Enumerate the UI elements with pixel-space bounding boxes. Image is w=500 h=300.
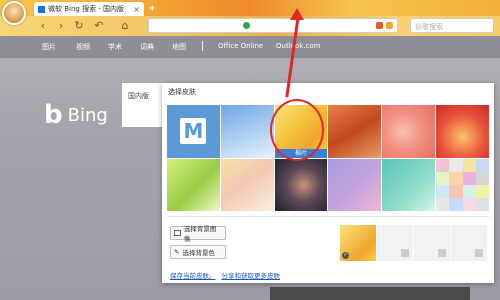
- skin-tile-teal[interactable]: [382, 158, 436, 211]
- check-icon: ✓: [342, 252, 349, 259]
- annotation-arrow-head: [290, 8, 304, 20]
- choose-color-button[interactable]: ✎ 选择背景色: [170, 245, 226, 259]
- bottom-toolbar: [270, 287, 470, 300]
- save-skin-link[interactable]: 保存当前皮肤。: [170, 270, 216, 280]
- address-bar-icons: [376, 22, 393, 29]
- color-swatch: [449, 158, 463, 172]
- avatar[interactable]: [2, 1, 26, 25]
- color-swatch: [436, 158, 450, 172]
- favorite-icon[interactable]: [386, 22, 393, 29]
- nav-link-images[interactable]: 图片: [42, 42, 56, 52]
- choose-image-label: 选择背景图像: [183, 225, 217, 243]
- address-bar[interactable]: [148, 18, 398, 33]
- navigation-bar: ‹ › ↻ ↶ ⌂ 谷歌搜索: [0, 16, 500, 36]
- forward-icon[interactable]: ›: [54, 19, 68, 33]
- panel-title: 选择皮肤: [168, 88, 196, 96]
- skin-tile-pastel[interactable]: [220, 158, 274, 211]
- color-swatch: [449, 197, 463, 211]
- nav-link-academic[interactable]: 学术: [108, 42, 122, 52]
- share-skin-link[interactable]: 分享和获取更多皮肤: [222, 270, 281, 280]
- color-swatch: [475, 197, 489, 211]
- tab-title: 微软 Bing 搜索 - 国内版: [48, 5, 125, 13]
- skin-tile-maxthon[interactable]: M: [167, 105, 220, 158]
- eyedropper-icon: ✎: [174, 248, 180, 256]
- color-swatch: [449, 184, 463, 198]
- bing-logo: b Bing: [44, 100, 108, 130]
- skin-preview-current[interactable]: ✓: [340, 225, 376, 261]
- bing-b-icon: b: [44, 100, 63, 130]
- home-icon[interactable]: ⌂: [118, 19, 132, 33]
- color-swatch: [475, 171, 489, 185]
- skin-tile-sky[interactable]: [220, 105, 274, 158]
- shield-icon: [243, 22, 250, 29]
- nav-separator: [202, 41, 203, 51]
- skin-tile-bokeh[interactable]: [274, 158, 328, 211]
- color-swatch: [436, 171, 450, 185]
- skin-preview-slot[interactable]: [451, 225, 487, 261]
- nav-link-office-online[interactable]: Office Online: [218, 42, 263, 50]
- panel-divider: [167, 216, 489, 217]
- nav-link-maps[interactable]: 地图: [172, 42, 186, 52]
- panel-links: 保存当前皮肤。 分享和获取更多皮肤: [170, 270, 280, 280]
- bing-logo-text: Bing: [67, 104, 108, 126]
- skin-preview-slot[interactable]: [377, 225, 413, 261]
- extension-icon[interactable]: [376, 22, 383, 29]
- tab-domestic[interactable]: 国内版: [128, 91, 149, 101]
- back-icon[interactable]: ‹: [36, 19, 50, 33]
- color-swatch: [462, 197, 476, 211]
- placeholder-square: [401, 249, 409, 257]
- choose-image-button[interactable]: 选择背景图像: [170, 225, 226, 243]
- color-swatch: [436, 197, 450, 211]
- color-swatch: [475, 158, 489, 172]
- color-swatch: [449, 171, 463, 185]
- skin-preview-slot[interactable]: [414, 225, 450, 261]
- skin-panel: 选择皮肤 M 枫叶 选择背景图像 ✎ 选择背景色 保存当前皮肤。 分享和获取更多…: [162, 83, 494, 283]
- placeholder-square: [475, 249, 483, 257]
- maxthon-logo-icon: M: [180, 118, 207, 145]
- skin-preview-list: ✓: [340, 225, 487, 261]
- nav-link-videos[interactable]: 视频: [76, 42, 90, 52]
- skin-tile-petals[interactable]: [382, 105, 436, 158]
- color-swatch: [462, 171, 476, 185]
- skin-tile-purple[interactable]: [328, 158, 382, 211]
- browser-title-bar: 微软 Bing 搜索 - 国内版 × +: [0, 0, 500, 16]
- color-swatch: [462, 158, 476, 172]
- new-tab-button[interactable]: +: [148, 3, 156, 14]
- undo-icon[interactable]: ↶: [92, 19, 106, 33]
- skin-tile-red-flower[interactable]: [436, 105, 489, 158]
- reload-icon[interactable]: ↻: [72, 19, 86, 33]
- color-swatch: [436, 184, 450, 198]
- bing-nav: 图片 视频 学术 词典 地图 Office Online Outlook.com: [0, 36, 500, 58]
- annotation-circle: [270, 99, 324, 161]
- placeholder-square: [438, 249, 446, 257]
- color-swatch: [475, 184, 489, 198]
- browser-tab[interactable]: 微软 Bing 搜索 - 国内版 ×: [34, 2, 144, 16]
- color-swatch: [462, 184, 476, 198]
- nav-link-outlook[interactable]: Outlook.com: [276, 42, 320, 50]
- choose-color-label: 选择背景色: [182, 249, 215, 257]
- skin-tile-mosaic[interactable]: [436, 158, 489, 211]
- skin-grid: M 枫叶: [167, 105, 489, 211]
- close-icon[interactable]: ×: [133, 5, 140, 14]
- image-icon: [174, 230, 181, 236]
- skin-tile-green-leaf[interactable]: [167, 158, 220, 211]
- skin-tile-wood[interactable]: [328, 105, 382, 158]
- nav-link-dictionary[interactable]: 词典: [140, 42, 154, 52]
- search-input[interactable]: 谷歌搜索: [410, 18, 494, 33]
- bing-favicon-icon: [38, 5, 45, 13]
